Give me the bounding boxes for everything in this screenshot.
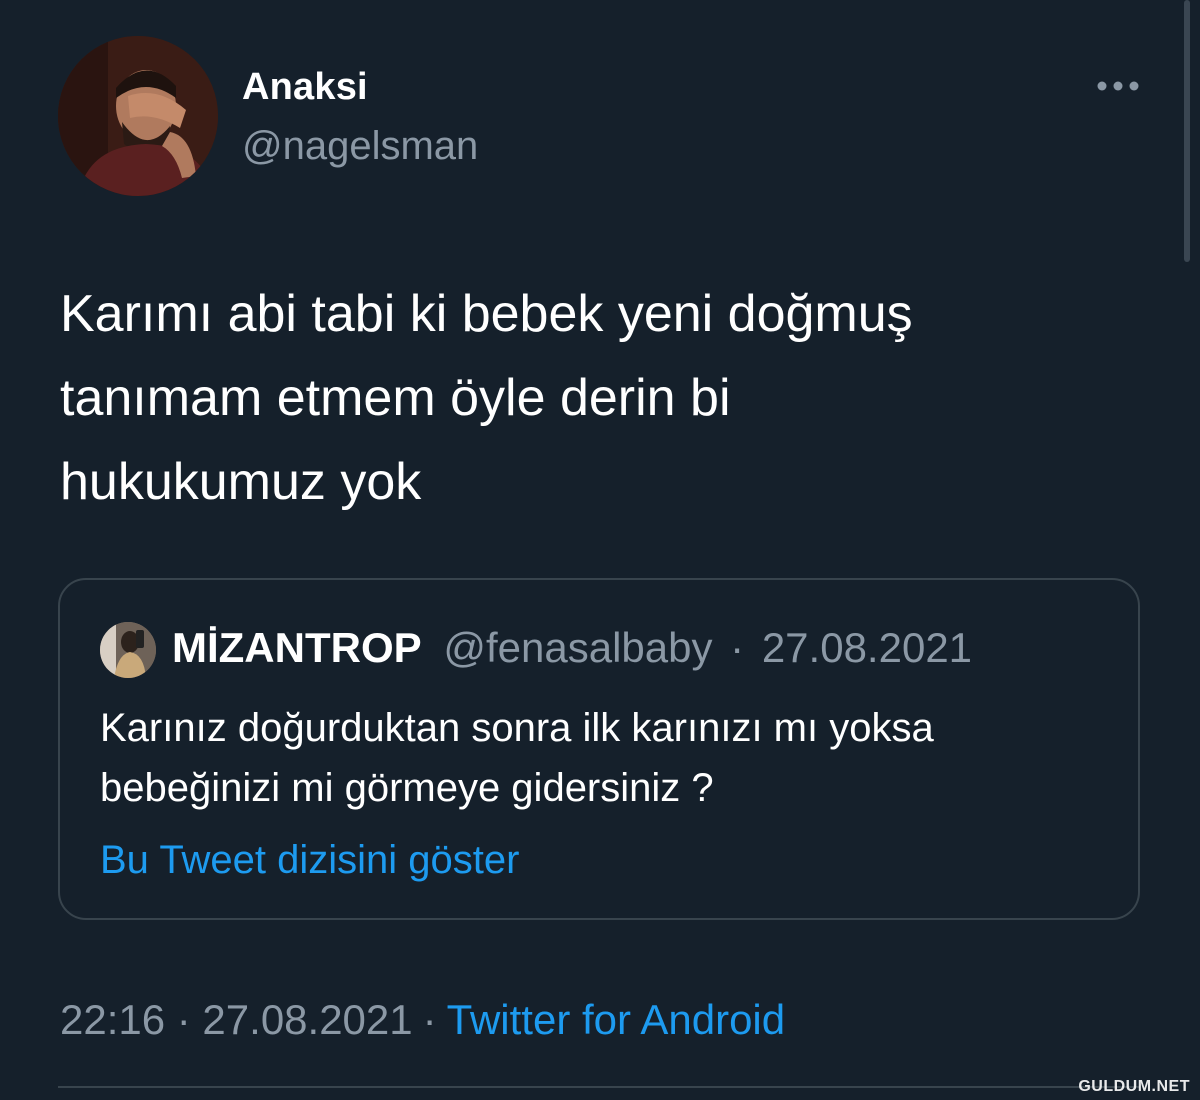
quoted-author-display-name[interactable]: MİZANTROP bbox=[172, 624, 422, 671]
author-avatar-image bbox=[58, 36, 218, 196]
more-options-button[interactable] bbox=[1092, 66, 1144, 106]
divider bbox=[58, 1086, 1140, 1088]
more-horizontal-icon bbox=[1097, 81, 1139, 91]
quoted-tweet-card[interactable]: MİZANTROP @fenasalbaby · 27.08.2021 Karı… bbox=[58, 578, 1140, 920]
quoted-meta-separator: · bbox=[730, 624, 745, 671]
meta-separator: · bbox=[422, 996, 437, 1043]
tweet-timestamp[interactable]: 22:16 · 27.08.2021 bbox=[60, 996, 413, 1043]
scrollbar[interactable] bbox=[1184, 0, 1190, 262]
tweet-meta-row: 22:16 · 27.08.2021 · Twitter for Android bbox=[60, 996, 785, 1044]
watermark: GULDUM.NET bbox=[1078, 1078, 1190, 1095]
quoted-tweet-header: MİZANTROP @fenasalbaby · 27.08.2021 bbox=[172, 624, 972, 672]
author-username[interactable]: @nagelsman bbox=[242, 124, 478, 169]
tweet-text: Karımı abi tabi ki bebek yeni doğmuş tan… bbox=[60, 285, 913, 511]
tweet-source-link[interactable]: Twitter for Android bbox=[447, 996, 785, 1043]
quoted-tweet-text: Karınız doğurduktan sonra ilk karınızı m… bbox=[100, 706, 934, 810]
quoted-tweet-date[interactable]: 27.08.2021 bbox=[762, 624, 972, 671]
show-thread-link[interactable]: Bu Tweet dizisini göster bbox=[100, 838, 519, 883]
author-avatar[interactable] bbox=[58, 36, 218, 196]
quoted-author-username[interactable]: @fenasalbaby bbox=[443, 624, 712, 671]
quoted-author-avatar bbox=[100, 622, 156, 678]
author-display-name[interactable]: Anaksi bbox=[242, 66, 368, 109]
quoted-author-avatar-image bbox=[100, 622, 156, 678]
